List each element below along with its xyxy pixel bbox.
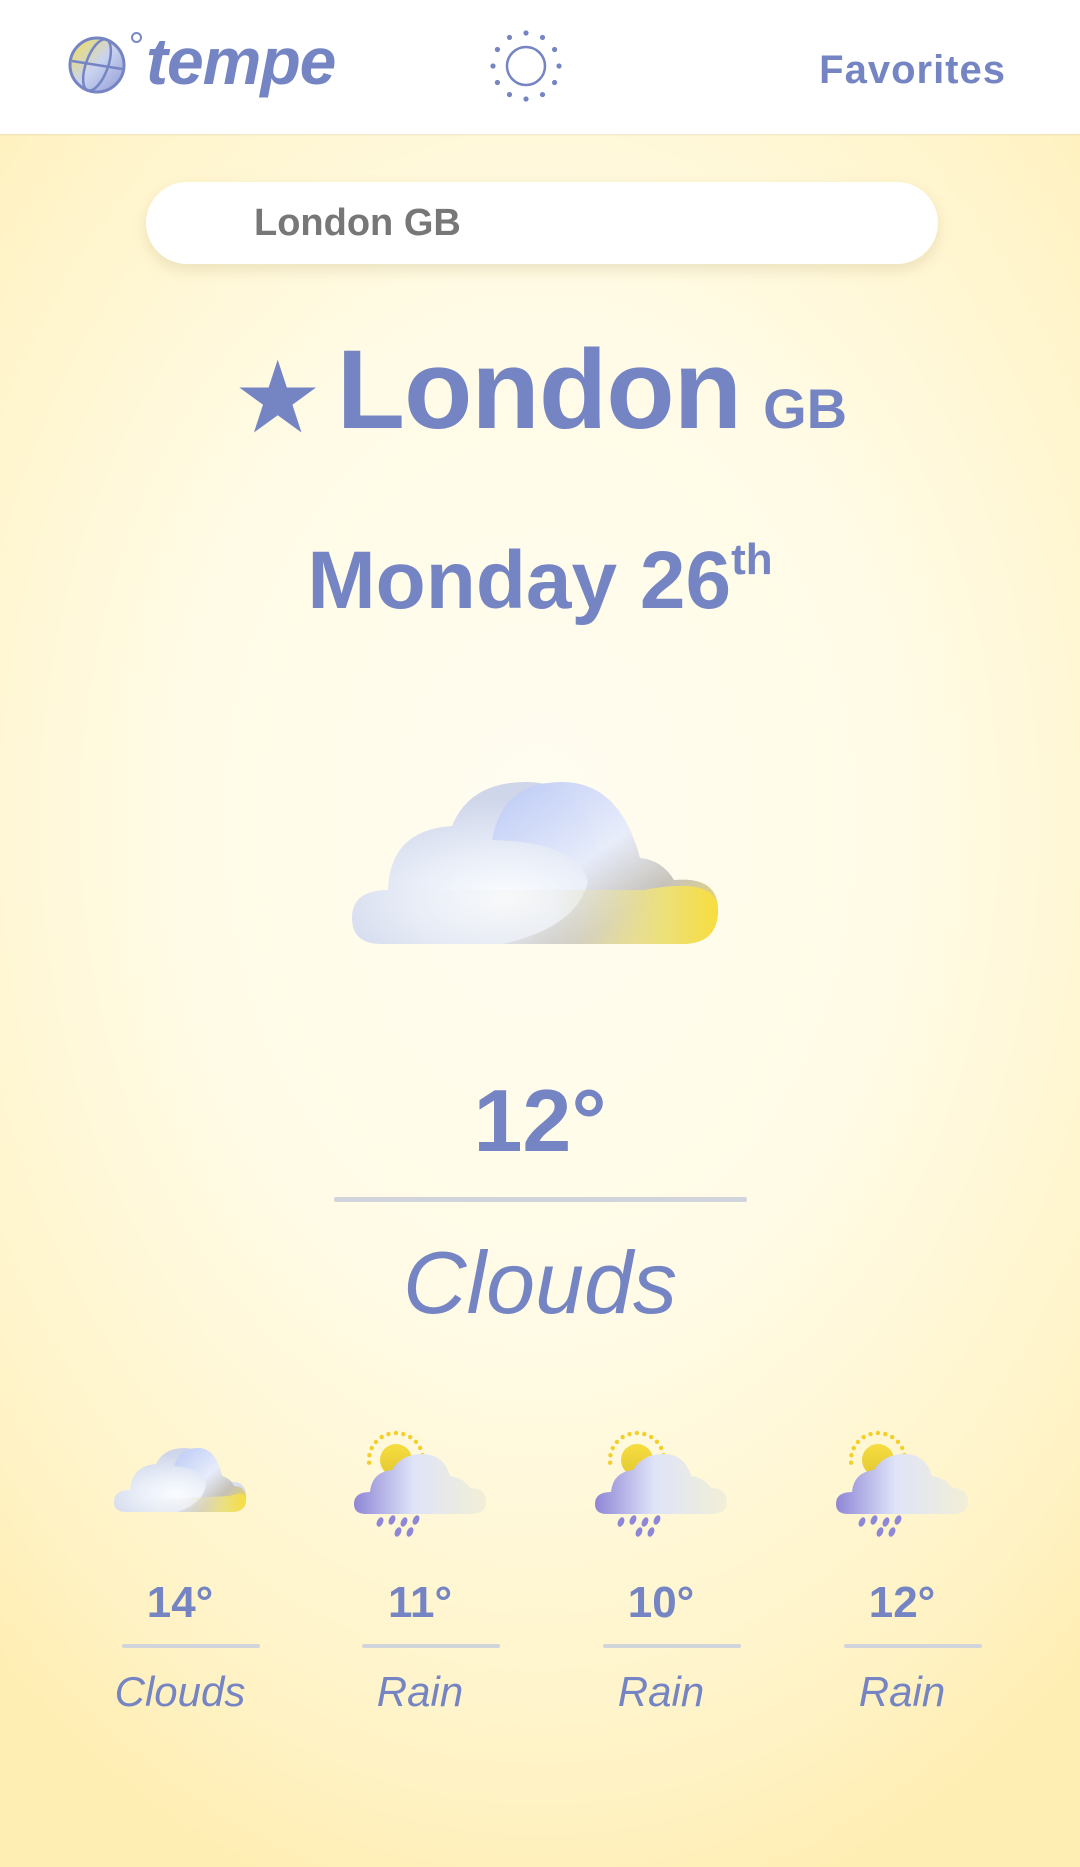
forecast-divider <box>122 1644 260 1648</box>
sun-cloud-rain-icon <box>836 1430 968 1537</box>
top-bar: tempe Favorites <box>0 0 1080 134</box>
date-heading: Monday 26th <box>0 534 1080 628</box>
star-icon[interactable]: ★ <box>233 339 323 456</box>
logo-text: tempe <box>146 24 336 98</box>
current-temperature: 12° <box>473 1071 607 1170</box>
forecast-temperature: 11° <box>387 1578 453 1627</box>
cloud-icon <box>352 782 718 944</box>
app-logo[interactable]: tempe <box>66 24 336 104</box>
forecast-condition: Rain <box>617 1668 705 1715</box>
page-background: tempe Favorites ★London GB Monday 26th <box>0 0 1080 1867</box>
degree-icon <box>131 32 142 43</box>
forecast-condition: Rain <box>858 1668 946 1715</box>
cloud-icon <box>114 1448 246 1512</box>
sun-icon[interactable] <box>484 24 568 108</box>
country-code: GB <box>763 377 848 440</box>
search-input[interactable] <box>146 182 938 264</box>
forecast-list: 14° Clouds 11° Rain 10° Rain 12° Rain <box>0 1428 1080 1728</box>
city-name: London <box>336 327 742 452</box>
search-bar <box>146 182 938 264</box>
forecast-item[interactable]: 14° Clouds <box>80 1428 280 1728</box>
forecast-divider <box>362 1644 500 1648</box>
forecast-divider <box>603 1644 741 1648</box>
forecast-item[interactable]: 11° Rain <box>320 1428 520 1728</box>
forecast-item[interactable]: 10° Rain <box>561 1428 761 1728</box>
date-text: Monday 26 <box>307 535 732 626</box>
sun-cloud-rain-icon <box>595 1430 727 1537</box>
city-heading: ★ London GB <box>0 325 1080 454</box>
forecast-temperature: 10° <box>627 1578 695 1627</box>
globe-icon <box>68 36 126 94</box>
forecast-condition: Clouds <box>114 1668 246 1715</box>
favorites-link[interactable]: Favorites <box>819 48 1006 93</box>
temperature-divider <box>334 1197 747 1202</box>
forecast-divider <box>844 1644 982 1648</box>
sun-cloud-rain-icon <box>354 1430 486 1537</box>
forecast-item[interactable]: 12° Rain <box>802 1428 1002 1728</box>
forecast-temperature: 12° <box>868 1578 936 1627</box>
date-suffix: th <box>731 534 773 584</box>
current-condition: Clouds <box>403 1233 677 1332</box>
forecast-temperature: 14° <box>146 1578 214 1627</box>
forecast-condition: Rain <box>376 1668 464 1715</box>
